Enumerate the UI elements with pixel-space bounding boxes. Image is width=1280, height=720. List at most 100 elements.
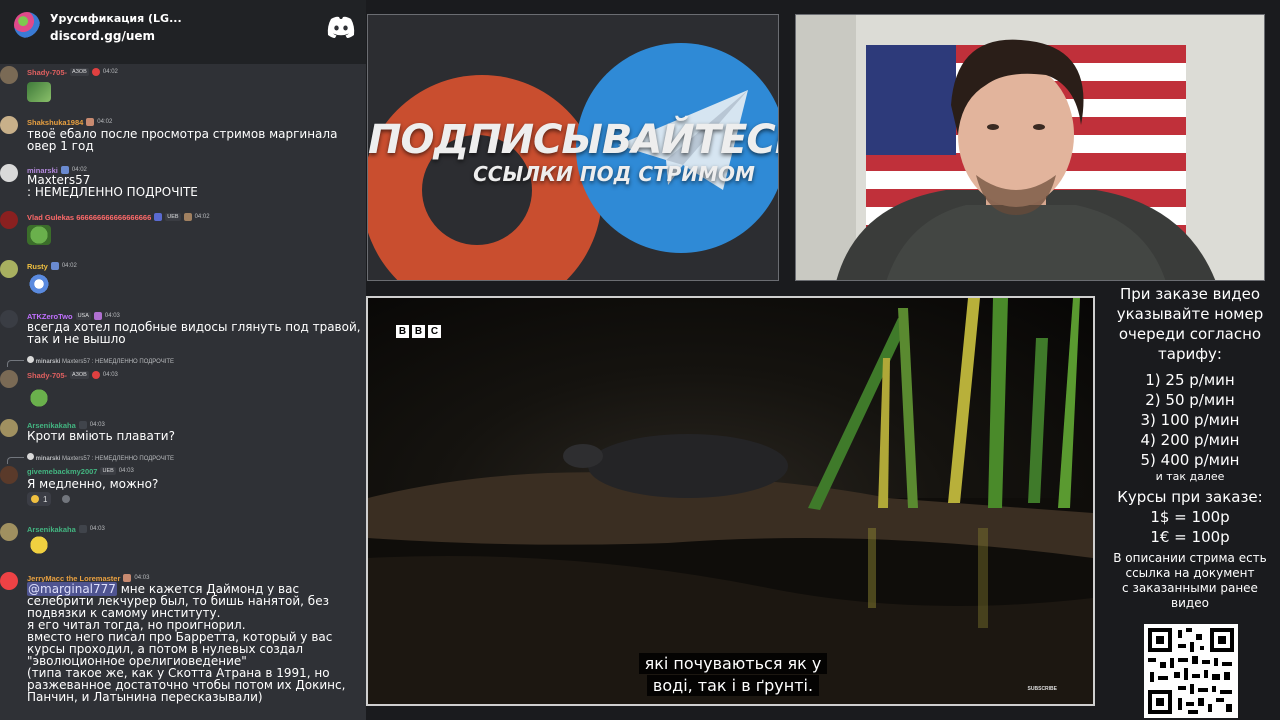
server-invite-link[interactable]: discord.gg/uem	[50, 29, 155, 43]
reply-avatar	[27, 356, 34, 363]
badge-icon	[93, 312, 102, 320]
emoji-sticker	[27, 82, 51, 102]
chat-header: Урусификация (LG... discord.gg/uem	[0, 0, 366, 64]
rate-item: 1$ = 100р	[1150, 508, 1230, 526]
avatar	[0, 572, 18, 590]
reply-avatar	[27, 453, 34, 460]
timestamp: 04:02	[194, 214, 210, 220]
badge-icon	[154, 213, 163, 221]
message-text: Я медленно, можно?	[27, 477, 159, 491]
server-icon	[14, 12, 40, 38]
info-intro: тарифу:	[1158, 345, 1222, 363]
username[interactable]: Arsenikakaha	[27, 525, 76, 534]
avatar	[0, 116, 18, 134]
avatar	[0, 164, 18, 182]
webcam-feed	[795, 14, 1265, 281]
timestamp: 04:02	[61, 263, 77, 269]
tariff-item: 5) 400 р/мин	[1140, 451, 1240, 469]
reaction-pill[interactable]: 1	[27, 492, 52, 506]
reeds	[808, 298, 1080, 510]
subtitle-line: які почуваються як у	[638, 653, 828, 674]
badge-icon	[78, 525, 87, 533]
rates-title: Курсы при заказе:	[1117, 488, 1263, 506]
server-name: Урусификация (LG...	[50, 12, 182, 25]
emoji-reaction-icon	[31, 495, 39, 503]
discord-logo-icon	[327, 16, 355, 38]
badge-icon	[91, 68, 100, 76]
message-text: Кроти вміють плавати?	[27, 429, 175, 443]
timestamp: 04:03	[118, 468, 134, 474]
username[interactable]: Vlad Gulekas 666666666666666666	[27, 213, 151, 222]
info-note: с заказанными ранее	[1122, 581, 1258, 595]
video-frame	[368, 298, 1093, 704]
bbc-letter: C	[428, 325, 441, 338]
reaction-count: 1	[43, 494, 48, 504]
tariff-item: 4) 200 р/мин	[1140, 431, 1240, 449]
role-tag: UEB	[100, 467, 116, 475]
timestamp: 04:03	[89, 526, 105, 532]
avatar	[0, 260, 18, 278]
message-text: Maxters57 : НЕМЕДЛЕННО ПОДРОЧITE	[27, 173, 198, 199]
tariff-etc: и так далее	[1155, 470, 1225, 483]
promo-subtitle: ССЫЛКИ ПОД СТРИМОМ	[473, 162, 755, 186]
reply-username: minarski	[35, 359, 61, 365]
webcam-scene	[796, 15, 1264, 280]
username[interactable]: Shakshuka1984	[27, 118, 83, 127]
reply-username: minarski	[35, 456, 61, 462]
tariff-item: 3) 100 р/мин	[1140, 411, 1240, 429]
badge-icon	[91, 371, 100, 379]
info-note: видео	[1171, 596, 1209, 610]
pepe-emoji	[27, 388, 51, 408]
bbc-logo: B B C	[396, 325, 441, 338]
message-text: @marginal777 мне кажется Даймонд у вас с…	[27, 582, 365, 704]
qr-code[interactable]	[1144, 624, 1238, 718]
info-note: В описании стрима есть	[1113, 551, 1267, 565]
reply-text: Maxters57 : НЕМЕДЛЕННО ПОДРОЧІТЕ	[62, 456, 175, 462]
discord-chat-overlay: Урусификация (LG... discord.gg/uem Shady…	[0, 0, 366, 720]
reply-text: Maxters57 : НЕМЕДЛЕННО ПОДРОЧІТЕ	[62, 359, 175, 365]
tariff-item: 1) 25 р/мин	[1145, 371, 1235, 389]
info-intro: очереди согласно	[1118, 325, 1262, 343]
info-intro: При заказе видео	[1119, 285, 1261, 303]
order-info-panel: При заказе видео указывайте номер очеред…	[1100, 284, 1280, 611]
tariff-item: 2) 50 р/мин	[1145, 391, 1235, 409]
avatar	[0, 419, 18, 437]
timestamp: 04:02	[97, 119, 113, 125]
username[interactable]: Shady-705-	[27, 371, 67, 380]
badge-icon	[78, 421, 87, 429]
avatar	[0, 211, 18, 229]
reply-preview[interactable]: minarski Maxters57 : НЕМЕДЛЕННО ПОДРОЧІТ…	[6, 453, 175, 464]
role-tag: АЗОВ	[70, 371, 89, 379]
info-intro: указывайте номер	[1116, 305, 1264, 323]
avatar	[0, 66, 18, 84]
message-text: всегда хотел подобные видосы глянуть под…	[27, 320, 361, 346]
timestamp: 04:02	[102, 69, 118, 75]
badge-icon	[183, 213, 192, 221]
subscribe-button[interactable]: SUBSCRIBE	[1028, 686, 1057, 692]
role-tag: UEB	[165, 213, 181, 221]
promo-banner: ПОДПИСЫВАЙТЕСЬ ССЫЛКИ ПОД СТРИМОМ	[367, 14, 779, 281]
emoji-sticker	[27, 274, 51, 294]
add-reaction-icon[interactable]	[62, 495, 70, 503]
badge-icon	[86, 118, 95, 126]
username[interactable]: Rusty	[27, 262, 48, 271]
badge-icon	[50, 262, 59, 270]
message-body: мне кажется Даймонд у вас селебрити лекч…	[27, 582, 346, 704]
video-player[interactable]: B B C які почуваються як у воді, так і в…	[366, 296, 1095, 706]
pepe-emoji	[27, 225, 51, 245]
role-tag: USA	[75, 312, 91, 320]
avatar	[0, 310, 18, 328]
avatar	[0, 370, 18, 388]
bbc-letter: B	[412, 325, 425, 338]
avatar	[0, 466, 18, 484]
username[interactable]: Shady-705-	[27, 68, 67, 77]
qr-code-icon	[1148, 628, 1234, 714]
rate-item: 1€ = 100р	[1150, 528, 1230, 546]
timestamp: 04:03	[104, 313, 120, 319]
username[interactable]: givemebackmy2007	[27, 467, 97, 476]
mole	[588, 434, 788, 498]
reply-preview[interactable]: minarski Maxters57 : НЕМЕДЛЕННО ПОДРОЧІТ…	[6, 356, 175, 367]
message-text: твоё ебало после просмотра стримов марги…	[27, 127, 338, 153]
timestamp: 04:03	[89, 422, 105, 428]
role-tag: АЗОВ	[70, 68, 89, 76]
